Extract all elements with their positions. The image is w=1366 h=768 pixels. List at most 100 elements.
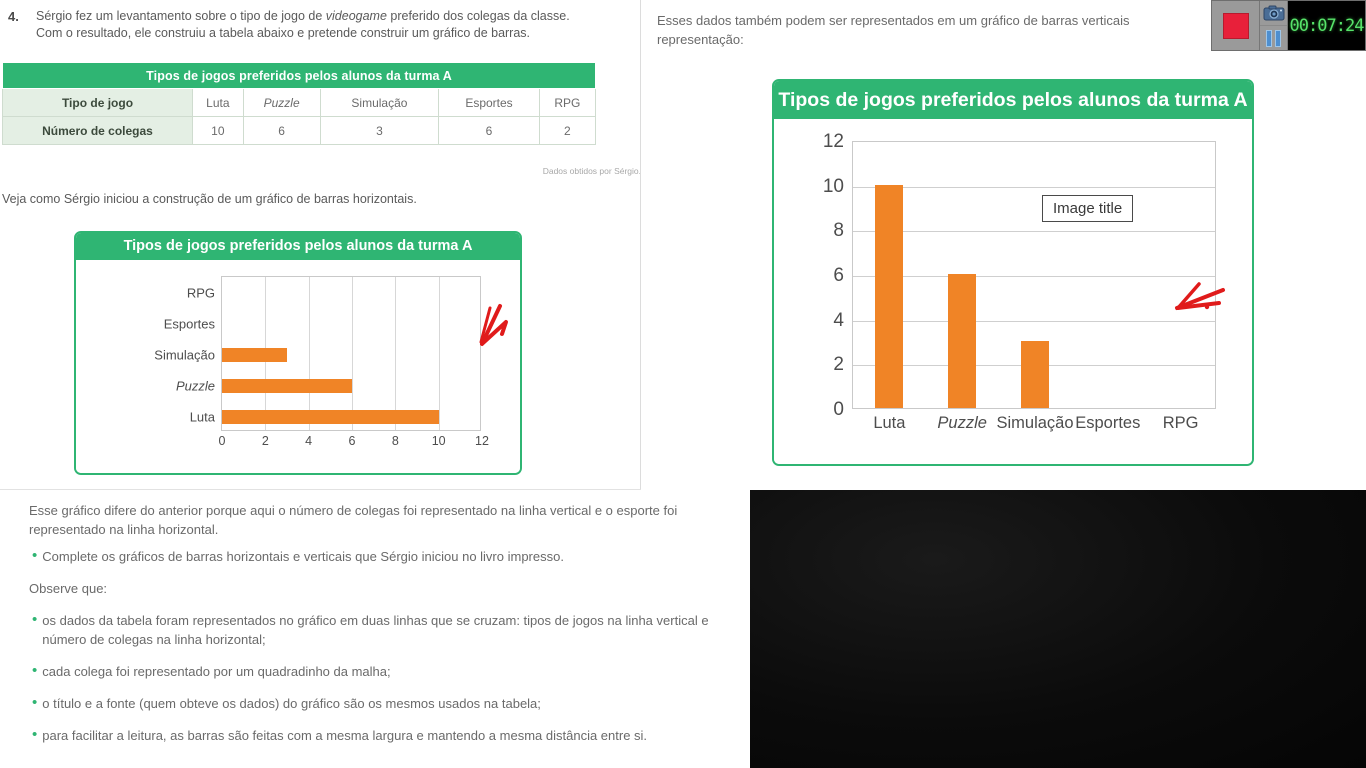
- bullet-5-text: para facilitar a leitura, as barras são …: [42, 728, 648, 743]
- question-text: Sérgio fez um levantamento sobre o tipo …: [36, 8, 608, 42]
- bar-puzzle: [948, 274, 977, 408]
- y-axis-tick-label: 4: [833, 309, 844, 331]
- y-axis-tick-label: 2: [833, 354, 844, 376]
- y-axis-tick-label: 12: [822, 131, 844, 152]
- right-intro-line1: Esses dados também podem ser representad…: [657, 13, 1130, 28]
- y-axis-category-label: RPG: [186, 285, 215, 300]
- vertical-chart-title: Tipos de jogos preferidos pelos alunos d…: [774, 81, 1252, 119]
- question-block: 4. Sérgio fez um levantamento sobre o ti…: [8, 8, 608, 42]
- gridline: [308, 277, 310, 430]
- x-axis-tick-label: 6: [348, 434, 356, 448]
- y-axis-tick-label: 8: [833, 220, 844, 242]
- bullet-dot-icon: •: [32, 662, 38, 679]
- y-axis-category-label: Luta: [189, 409, 215, 424]
- screenshot-button[interactable]: [1260, 1, 1287, 26]
- horizontal-chart-body: 0 2 4 6 8 10 12 Luta Puzzle Simulação Esportes RPG: [76, 260, 520, 473]
- bullet-item: • os dados da tabela foram representados…: [32, 611, 734, 649]
- gridline: [438, 277, 440, 430]
- recording-timer: 00:07:24: [1288, 1, 1365, 50]
- bullet-1-text: Complete os gráficos de barras horizonta…: [42, 549, 564, 564]
- x-axis-tick-label: 8: [391, 434, 399, 448]
- bar-luta: [222, 409, 439, 424]
- gridline: [395, 277, 397, 430]
- bullet-item: • Complete os gráficos de barras horizon…: [32, 547, 732, 566]
- table-val-2: 3: [319, 116, 440, 145]
- gridline: [352, 277, 353, 430]
- x-axis-category-label: RPG: [1162, 414, 1199, 432]
- y-axis-tick-label: 10: [822, 175, 844, 197]
- horizontal-chart-title: Tipos de jogos preferidos pelos alunos d…: [76, 233, 520, 260]
- vertical-bar-chart: Tipos de jogos preferidos pelos alunos d…: [772, 79, 1254, 466]
- table-cat-4: RPG: [538, 88, 597, 117]
- table-val-1: 6: [242, 116, 321, 145]
- bullet-dot-icon: •: [32, 694, 38, 711]
- question-line2: Com o resultado, ele construiu a tabela …: [36, 26, 531, 40]
- table-cat-1: Puzzle: [242, 88, 321, 117]
- bottom-text-pane: Esse gráfico difere do anterior porque a…: [0, 490, 750, 768]
- observe-label: Observe que:: [29, 581, 108, 596]
- table-row1-label: Tipo de jogo: [2, 88, 193, 117]
- screen-recorder-widget[interactable]: 00:07:24: [1211, 0, 1366, 51]
- bullet-4-text: o título e a fonte (quem obteve os dados…: [42, 696, 541, 711]
- bullet-2-text: os dados da tabela foram representados n…: [42, 613, 709, 647]
- pause-recording-button[interactable]: [1260, 26, 1287, 50]
- stop-square-icon: [1222, 12, 1249, 39]
- table-title-row: Tipos de jogos preferidos pelos alunos d…: [2, 62, 596, 89]
- bullet-dot-icon: •: [32, 726, 38, 743]
- bullet-item: • para facilitar a leitura, as barras sã…: [32, 726, 734, 745]
- bullet-dot-icon: •: [32, 611, 38, 628]
- vertical-plot-area: 0 2 4 6 8 10 12 Luta Puzzle Simulação Esportes RPG: [823, 131, 1216, 432]
- right-intro-text: Esses dados também podem ser representad…: [657, 11, 1257, 49]
- bar-simulação: [222, 347, 287, 362]
- x-axis-category-label: Simulação: [996, 414, 1074, 432]
- x-axis-tick-label: 2: [261, 434, 269, 448]
- table-row: Tipo de jogo Luta Puzzle Simulação Espor…: [2, 88, 597, 117]
- y-axis-category-label: Simulação: [154, 347, 215, 362]
- right-intro-line2: representação:: [657, 32, 744, 47]
- bullet-dot-icon: •: [32, 547, 38, 564]
- bar-luta: [875, 184, 904, 408]
- camera-icon: [1263, 5, 1284, 21]
- table-val-3: 6: [438, 116, 540, 145]
- vertical-chart-body: 0 2 4 6 8 10 12 Luta Puzzle Simulação Esportes RPG …: [774, 119, 1252, 464]
- screen-root: 4. Sérgio fez um levantamento sobre o ti…: [0, 0, 1366, 768]
- table-row: Número de colegas 10 6 3 6 2: [2, 116, 597, 145]
- horizontal-bar-chart: Tipos de jogos preferidos pelos alunos d…: [74, 231, 522, 475]
- left-content-pane: 4. Sérgio fez um levantamento sobre o ti…: [0, 0, 641, 490]
- table-val-4: 2: [538, 116, 597, 145]
- x-axis-tick-label: 0: [218, 434, 226, 448]
- table-row2-label: Número de colegas: [2, 116, 193, 145]
- stop-recording-button[interactable]: [1212, 1, 1260, 50]
- bar-puzzle: [222, 378, 352, 393]
- table-title: Tipos de jogos preferidos pelos alunos d…: [2, 62, 596, 89]
- veja-text: Veja como Sérgio iniciou a construção de…: [2, 192, 417, 206]
- table-val-0: 10: [192, 116, 244, 145]
- image-title-tooltip: Image title: [1042, 195, 1134, 222]
- bar-simulação: [1021, 341, 1049, 408]
- data-table: Tipos de jogos preferidos pelos alunos d…: [2, 62, 597, 145]
- x-axis-category-label: Esportes: [1075, 414, 1141, 432]
- horizontal-plot-area: 0 2 4 6 8 10 12 Luta Puzzle Simulação Esportes RPG: [154, 276, 489, 448]
- y-axis-category-label: Esportes: [163, 316, 215, 331]
- x-axis-tick-label: 12: [475, 434, 489, 448]
- table-cat-2: Simulação: [319, 88, 440, 117]
- table-cat-0: Luta: [192, 88, 244, 117]
- black-video-region: [750, 490, 1366, 768]
- bullet-item: • o título e a fonte (quem obteve os dad…: [32, 694, 734, 713]
- gridline: [853, 276, 1215, 277]
- x-axis-tick-label: 4: [305, 434, 313, 448]
- question-number: 4.: [8, 9, 19, 24]
- gridline: [853, 186, 1215, 188]
- bullet-3-text: cada colega foi representado por um quad…: [42, 664, 391, 679]
- bullet-item: • cada colega foi representado por um qu…: [32, 662, 734, 681]
- bottom-paragraph-1: Esse gráfico difere do anterior porque a…: [29, 503, 678, 537]
- gridline: [853, 320, 1215, 322]
- question-line1-a: Sérgio fez um levantamento sobre o tipo …: [36, 9, 326, 23]
- y-axis-tick-label: 0: [833, 399, 844, 420]
- x-axis-tick-label: 10: [431, 434, 446, 448]
- y-axis-category-label: Puzzle: [175, 378, 215, 393]
- table-cat-3: Esportes: [438, 88, 540, 117]
- question-emphasis: videogame: [325, 9, 387, 23]
- x-axis-category-label: Puzzle: [937, 414, 987, 432]
- question-line1-b: preferido dos colegas da classe.: [386, 9, 570, 23]
